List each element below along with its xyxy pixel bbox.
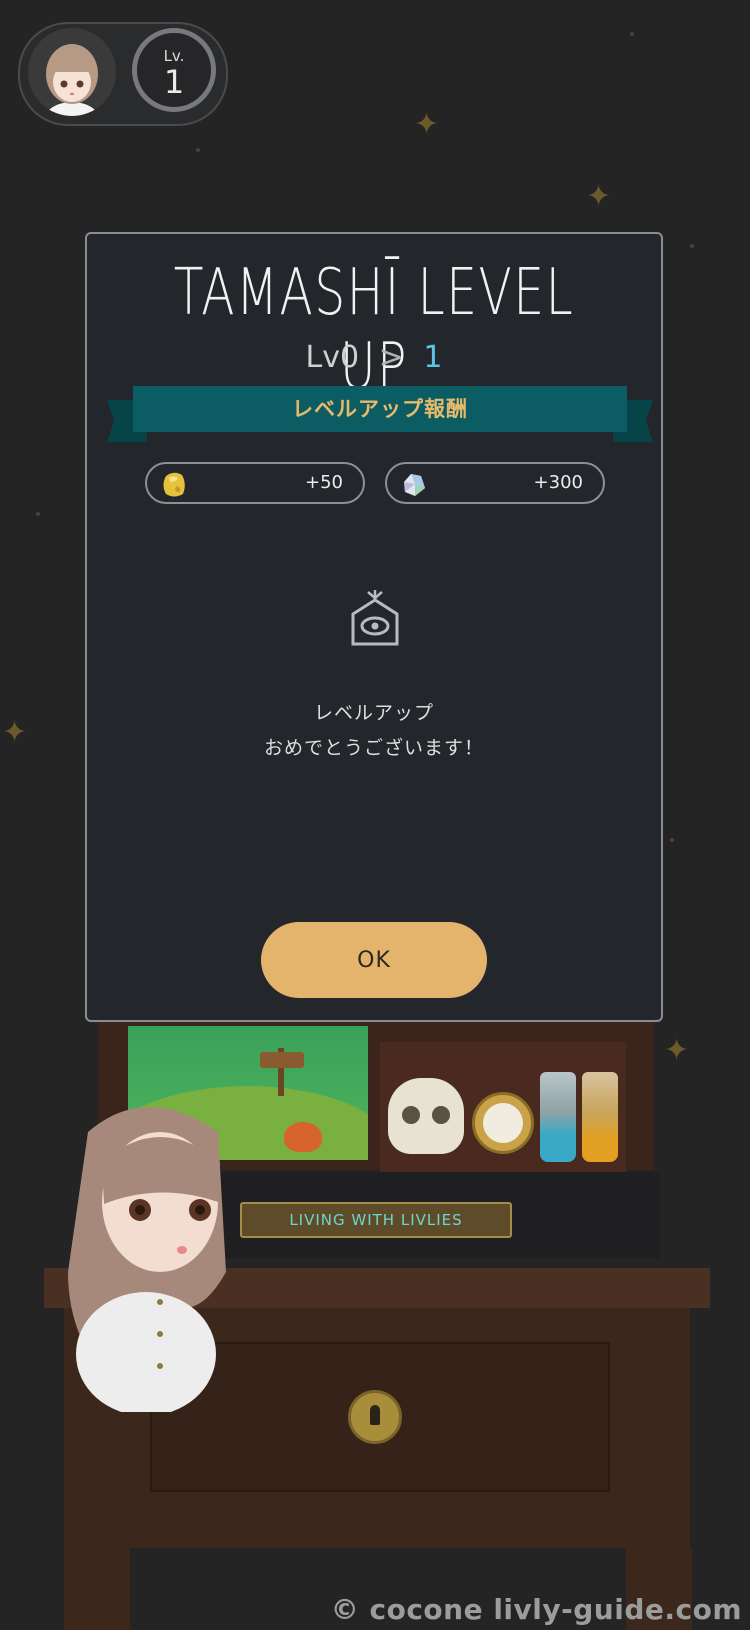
- gem-icon: [404, 474, 425, 496]
- star-decoration: ✦: [586, 179, 612, 214]
- name-plate: LIVING WITH LIVLIES: [240, 1202, 512, 1238]
- reward-ribbon-label: レベルアップ報酬: [133, 386, 627, 432]
- level-up-dialog: TAMASHĪ LEVEL UP Lv0 > 1 レベルアップ報酬 +50 +3…: [85, 232, 663, 1022]
- reward-ribbon: レベルアップ報酬: [107, 386, 653, 442]
- gold-nugget-icon: [163, 472, 185, 497]
- reward-gem-amount: +300: [533, 472, 583, 493]
- potion-bottle-blue: [540, 1072, 576, 1162]
- level-value: 1: [163, 63, 185, 101]
- player-character[interactable]: [48, 1092, 244, 1412]
- congrats-line-2: おめでとうございます！: [263, 737, 484, 759]
- skull-ornament: [388, 1078, 464, 1154]
- avatar-icon: [28, 28, 116, 116]
- level-to: 1: [423, 340, 443, 375]
- star-dot: [36, 512, 40, 516]
- tamashi-house-icon: [351, 590, 399, 646]
- level-from: Lv0: [305, 340, 360, 375]
- potion-bottle-orange: [582, 1072, 618, 1162]
- ok-button[interactable]: OK: [261, 922, 487, 998]
- star-dot: [630, 32, 634, 36]
- star-dot: [690, 244, 694, 248]
- star-decoration: ✦: [414, 107, 440, 142]
- star-dot: [670, 838, 674, 842]
- reward-gem: +300: [385, 462, 605, 504]
- player-status-pill[interactable]: Lv. 1: [18, 22, 228, 126]
- table-leg: [64, 1548, 130, 1630]
- star-dot: [196, 148, 200, 152]
- level-badge: Lv. 1: [132, 28, 216, 112]
- congrats-message: レベルアップ おめでとうございます！: [87, 696, 661, 766]
- dialog-title: TAMASHĪ LEVEL UP: [173, 256, 575, 404]
- level-change: Lv0 > 1: [87, 340, 661, 375]
- keyhole-knob: [348, 1390, 402, 1444]
- reward-gold: +50: [145, 462, 365, 504]
- room-scene: LIVING WITH LIVLIES: [0, 1022, 750, 1630]
- reward-gold-amount: +50: [305, 472, 343, 493]
- congrats-line-1: レベルアップ: [313, 702, 434, 724]
- pocket-watch: [472, 1092, 534, 1154]
- watermark: © cocone livly-guide.com: [330, 1593, 742, 1626]
- star-decoration: ✦: [2, 715, 28, 750]
- chevron-right-icon: >: [378, 340, 404, 375]
- avatar[interactable]: [28, 28, 116, 116]
- fox-livly: [284, 1122, 322, 1152]
